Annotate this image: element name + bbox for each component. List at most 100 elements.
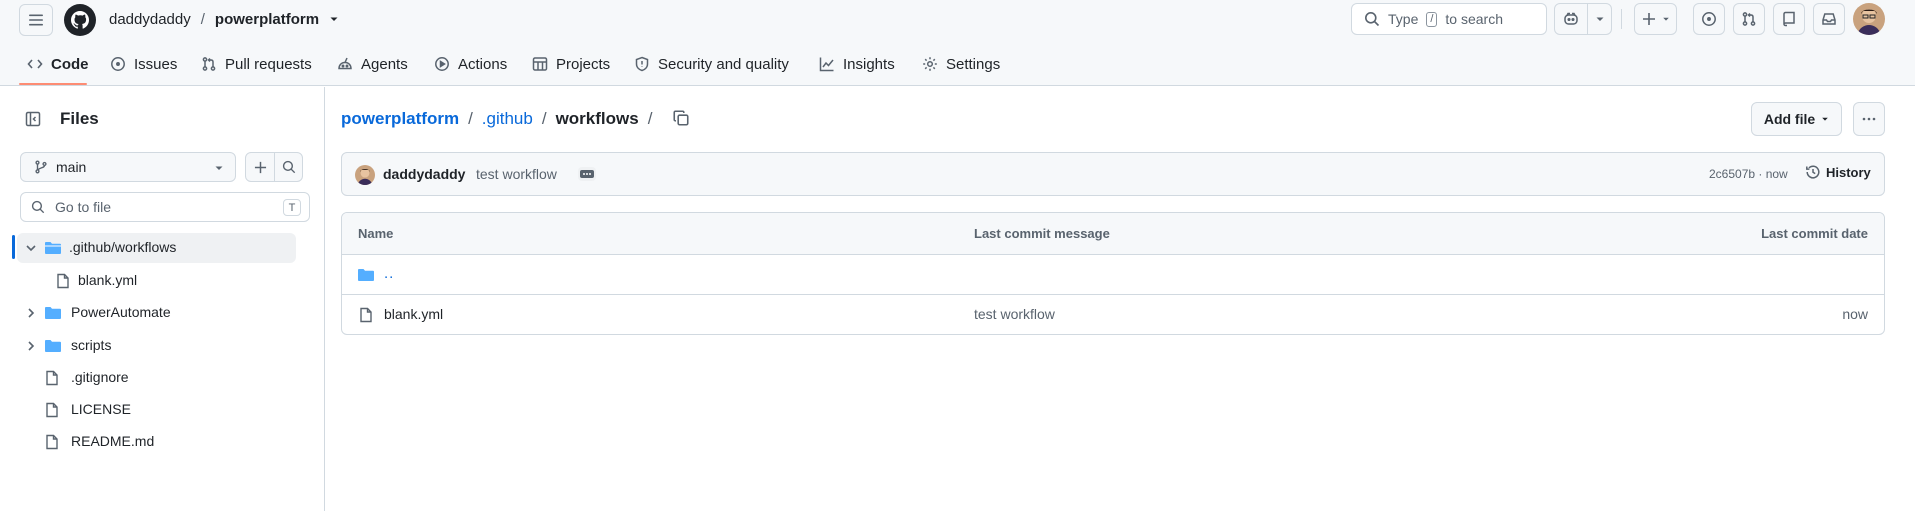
tab-label: Issues [134,55,178,73]
hamburger-icon [29,14,43,26]
tab-label: Settings [946,55,1001,73]
folder-icon [45,307,61,319]
tree-item-gitignore[interactable]: .gitignore [15,363,296,393]
tree-item-github-workflows[interactable]: .github/workflows [17,233,296,263]
tab-security[interactable]: Security and quality [634,52,789,76]
pull-request-icon [202,57,216,71]
tab-code[interactable]: Code [27,52,89,76]
tree-item-powerautomate[interactable]: PowerAutomate [15,298,296,328]
caret-down-icon [1822,117,1828,121]
go-to-file-input[interactable]: Go to file T [20,192,310,222]
divider [1621,9,1622,29]
chevron-down-icon [26,245,36,252]
tab-settings[interactable]: Settings [922,52,1000,76]
file-icon [46,370,58,386]
tab-label: Code [51,55,89,73]
parent-directory-row[interactable]: .. [342,255,1884,295]
history-icon [1806,165,1820,179]
code-icon [27,59,43,69]
repositories-button[interactable] [1773,3,1805,35]
breadcrumb-current: workflows [555,109,639,128]
caret-down-icon[interactable] [329,14,339,24]
add-file-button[interactable] [246,153,275,181]
search-prefix: Type [1388,11,1419,27]
inbox-icon [1822,13,1836,25]
file-icon [57,273,69,289]
tab-actions[interactable]: Actions [434,52,507,76]
search-suffix: to search [1445,11,1504,27]
tree-item-label: PowerAutomate [71,304,171,320]
tree-item-readme[interactable]: README.md [15,427,296,457]
repo-link[interactable]: powerplatform [215,11,319,28]
parent-directory-link[interactable]: .. [384,265,394,282]
file-commit-date: now [1842,306,1868,322]
folder-open-icon [45,242,61,254]
tree-item-label: scripts [71,337,112,353]
tree-item-license[interactable]: LICENSE [15,395,296,425]
kebab-horizontal-icon [1862,117,1876,121]
breadcrumb-root[interactable]: powerplatform [341,109,459,129]
ellipsis-icon [580,170,594,178]
plus-icon [1642,13,1655,25]
file-tree-sidebar: Files main Go to file T .github/workflow… [3,87,325,511]
history-label: History [1826,164,1871,180]
tab-label: Insights [843,55,895,73]
breadcrumb-github[interactable]: .github [482,109,533,129]
expand-commit-button[interactable] [578,167,596,181]
tab-insights[interactable]: Insights [819,52,895,76]
commit-author[interactable]: daddydaddy [383,166,465,182]
commit-author-avatar[interactable] [355,165,375,185]
issue-icon [111,57,125,71]
tab-projects[interactable]: Projects [532,52,610,76]
latest-commit-box: daddydaddy test workflow 2c6507b · now H… [341,152,1885,196]
tree-item-blank-yml[interactable]: blank.yml [15,266,296,296]
copy-icon [673,110,689,126]
commit-message[interactable]: test workflow [476,166,557,182]
search-shortcut-key: / [1426,11,1438,27]
agents-icon [338,57,352,70]
file-name-link[interactable]: blank.yml [384,306,443,322]
branch-selector[interactable]: main [20,152,236,182]
pull-request-icon [1742,12,1756,26]
history-button[interactable]: History [1805,164,1871,180]
copilot-button[interactable] [1554,3,1588,35]
add-file-label: Add file [1763,111,1816,127]
tab-pull-requests[interactable]: Pull requests [201,52,312,76]
pull-requests-button[interactable] [1733,3,1765,35]
more-options-button[interactable] [1853,102,1885,136]
tree-item-label: README.md [71,433,155,449]
search-input[interactable]: Type / to search [1351,3,1547,35]
tab-agents[interactable]: Agents [337,52,408,76]
caret-down-icon [1596,17,1603,21]
column-header-date: Last commit date [1761,226,1868,241]
tree-item-label: blank.yml [78,272,138,288]
issues-button[interactable] [1693,3,1725,35]
copy-path-button[interactable] [672,109,692,129]
copilot-menu-button[interactable] [1587,3,1612,35]
tab-label: Projects [556,55,611,73]
file-commit-message[interactable]: test workflow [974,306,1055,322]
menu-button[interactable] [19,4,53,36]
github-logo-icon[interactable] [64,4,96,36]
breadcrumb-separator: / [647,109,653,128]
table-row[interactable]: blank.yml test workflow now [342,295,1884,334]
create-new-button[interactable] [1634,3,1677,35]
issue-icon [1702,12,1716,26]
avatar[interactable] [1853,3,1885,35]
file-icon [46,402,58,418]
column-header-name: Name [358,226,394,241]
search-icon [31,200,45,214]
caret-down-icon [1662,17,1669,21]
sidebar-collapse-icon [25,111,41,127]
folder-icon [358,269,374,281]
search-files-button[interactable] [275,153,303,181]
repo-icon [1783,11,1795,27]
tab-issues[interactable]: Issues [110,52,177,76]
tree-item-scripts[interactable]: scripts [15,331,296,361]
inbox-button[interactable] [1813,3,1845,35]
add-file-dropdown-button[interactable]: Add file [1751,102,1842,136]
copilot-icon [1564,12,1578,25]
commit-sha-time[interactable]: 2c6507b · now [1709,167,1788,181]
owner-link[interactable]: daddydaddy [109,11,191,28]
collapse-sidebar-button[interactable] [20,106,46,132]
